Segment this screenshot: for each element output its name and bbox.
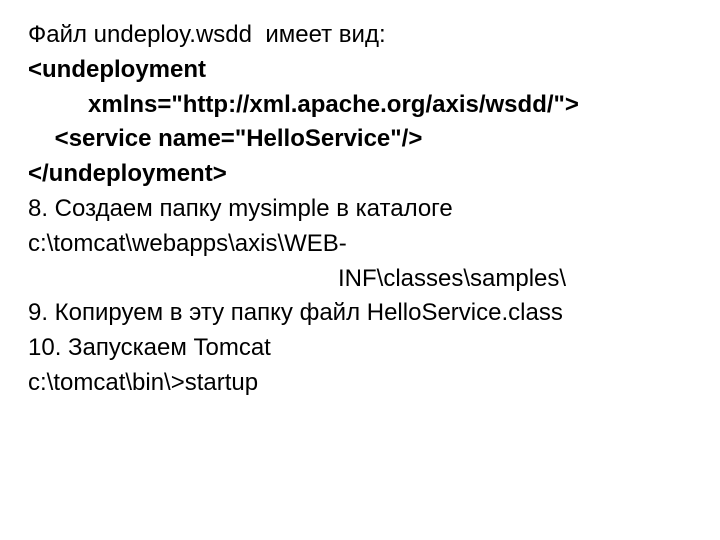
code-line-undeployment-open: <undeployment: [28, 53, 700, 88]
code-line-xmlns: xmlns="http://xml.apache.org/axis/wsdd/"…: [28, 88, 700, 123]
text-line-step10: 10. Запускаем Tomcat: [28, 331, 700, 366]
document-page: Файл undeploy.wsdd имеет вид: <undeploym…: [0, 0, 720, 421]
code-line-service: <service name="HelloService"/>: [28, 122, 700, 157]
text-line-startup: c:\tomcat\bin\>startup: [28, 366, 700, 401]
text-line-path2: INF\classes\samples\: [28, 262, 700, 297]
text-line-step9: 9. Копируем в эту папку файл HelloServic…: [28, 296, 700, 331]
text-line-intro: Файл undeploy.wsdd имеет вид:: [28, 18, 700, 53]
text-line-step8: 8. Создаем папку mysimple в каталоге: [28, 192, 700, 227]
code-line-undeployment-close: </undeployment>: [28, 157, 700, 192]
text-line-path1: c:\tomcat\webapps\axis\WEB-: [28, 227, 700, 262]
